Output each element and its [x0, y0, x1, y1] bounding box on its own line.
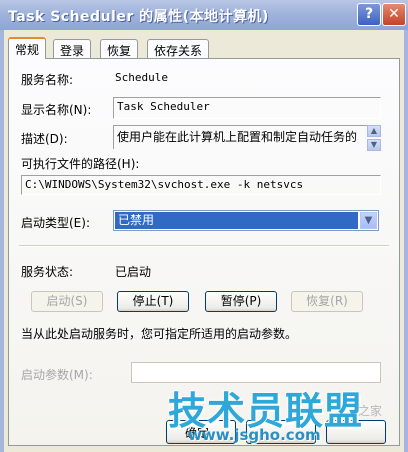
resume-button[interactable]: 恢复(R) — [291, 291, 363, 312]
watermark: 技术员联盟 www.jsgho.com 之家 — [168, 380, 382, 444]
divider — [19, 245, 389, 247]
close-icon: ✕ — [388, 6, 400, 22]
chevron-down-icon[interactable]: ▼ — [360, 212, 377, 229]
scroll-down-icon[interactable]: ▼ — [367, 139, 381, 151]
tab-logon[interactable]: 登录 — [53, 39, 92, 58]
exe-path-label: 可执行文件的路径(H): — [21, 157, 140, 171]
start-button[interactable]: 启动(S) — [31, 291, 103, 312]
window-frame-left — [0, 30, 4, 452]
exe-path-field[interactable]: C:\WINDOWS\System32\svchost.exe -k netsv… — [21, 175, 381, 195]
watermark-faint-text: 之家 — [358, 404, 383, 418]
window-frame-right — [404, 30, 408, 452]
service-name-value: Schedule — [115, 71, 168, 84]
watermark-url: www.jsgho.com — [188, 426, 321, 444]
start-params-label: 启动参数(M): — [21, 368, 93, 382]
description-scrollbar[interactable]: ▲ ▼ — [367, 125, 381, 151]
title-bar: Task Scheduler 的属性(本地计算机) ? ✕ — [0, 0, 408, 30]
tab-recovery[interactable]: 恢复 — [100, 39, 139, 58]
startup-type-select[interactable]: 已禁用 ▼ — [113, 210, 379, 231]
window-title: Task Scheduler 的属性(本地计算机) — [8, 9, 269, 25]
pause-button[interactable]: 暂停(P) — [205, 291, 277, 312]
service-status-value: 已启动 — [115, 265, 152, 279]
service-status-label: 服务状态: — [21, 265, 74, 279]
close-button[interactable]: ✕ — [382, 3, 406, 26]
description-field[interactable]: 使用户能在此计算机上配置和制定自动任务的 — [113, 125, 375, 149]
startup-type-label: 启动类型(E): — [21, 216, 90, 230]
stop-button[interactable]: 停止(T) — [117, 291, 189, 312]
tab-general[interactable]: 常规 — [8, 37, 47, 59]
service-name-label: 服务名称: — [21, 73, 74, 87]
hint-text: 当从此处启动服务时，您可指定所适用的启动参数。 — [21, 327, 298, 341]
startup-type-value: 已禁用 — [115, 212, 358, 229]
help-icon: ? — [364, 6, 374, 22]
display-name-label: 显示名称(N): — [21, 103, 92, 117]
scroll-up-icon[interactable]: ▲ — [367, 125, 381, 137]
display-name-field[interactable]: Task Scheduler — [113, 97, 381, 119]
help-button[interactable]: ? — [357, 3, 381, 26]
description-label: 描述(D): — [21, 132, 68, 146]
tab-dependencies[interactable]: 依存关系 — [147, 39, 210, 58]
